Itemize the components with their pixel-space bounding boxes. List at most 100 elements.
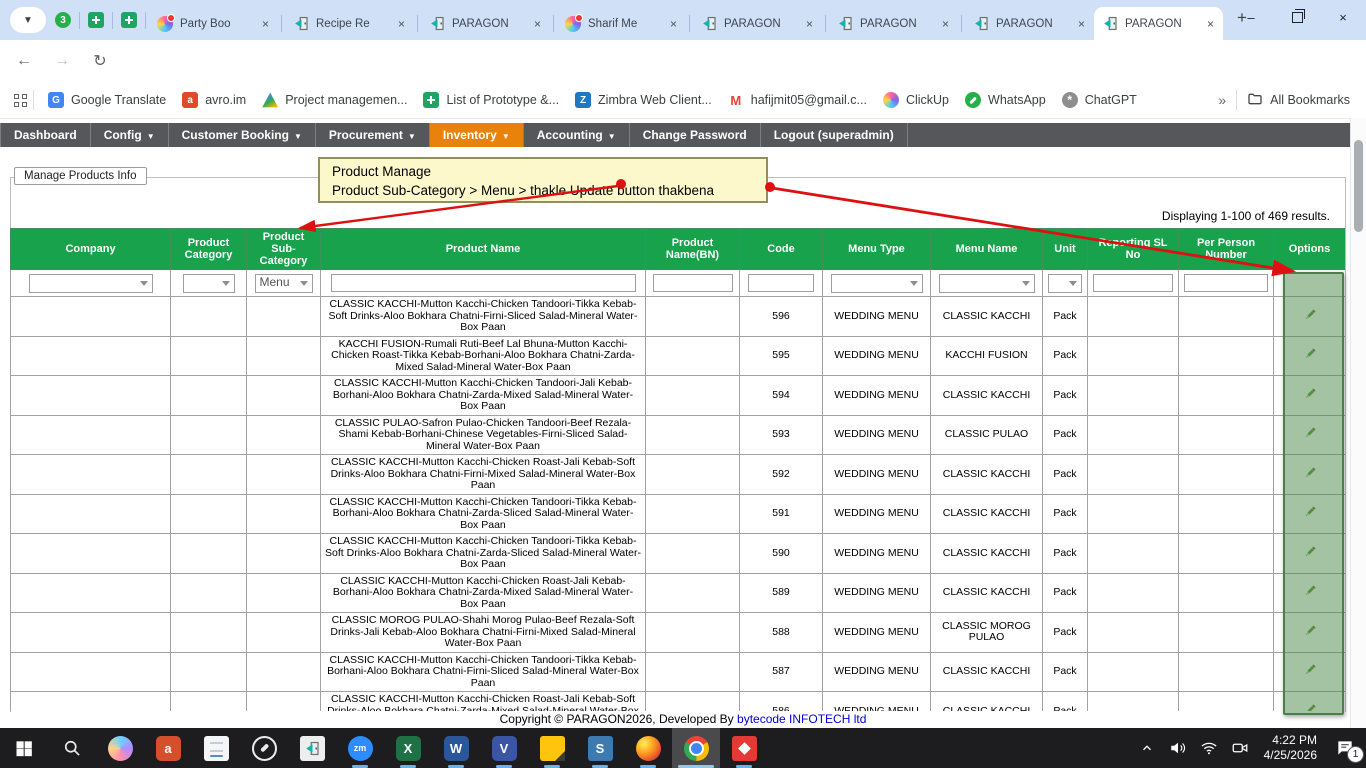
bookmarks-overflow-chevron[interactable]: »	[1208, 92, 1236, 108]
taskbar-excel-icon[interactable]: X	[384, 728, 432, 768]
bookmark-item[interactable]: Project managemen...	[254, 88, 415, 112]
apps-grid-icon[interactable]	[14, 94, 27, 107]
taskbar-visio-icon[interactable]: V	[480, 728, 528, 768]
notification-center-icon[interactable]: 1	[1330, 735, 1360, 761]
browser-tab[interactable]: PARAGON×	[965, 7, 1094, 40]
reload-button[interactable]: ↻	[86, 47, 114, 75]
bookmark-item[interactable]: aavro.im	[174, 88, 254, 112]
wifi-icon[interactable]	[1198, 737, 1220, 759]
taskbar-red-diamond-icon[interactable]	[720, 728, 768, 768]
scrollbar-thumb[interactable]	[1354, 140, 1363, 232]
bookmark-item[interactable]: WhatsApp	[957, 88, 1054, 112]
column-header[interactable]: Product Name(BN)	[646, 229, 740, 270]
nav-item-label: Logout (superadmin)	[774, 128, 894, 142]
nav-item-inventory[interactable]: Inventory▼	[430, 123, 524, 147]
bookmark-item[interactable]: List of Prototype &...	[415, 88, 567, 112]
hidden-icons-chevron-icon[interactable]	[1136, 737, 1158, 759]
taskbar-start-icon[interactable]	[0, 728, 48, 768]
tab-close-icon[interactable]: ×	[1073, 15, 1090, 32]
close-button[interactable]: ×	[1320, 0, 1366, 34]
filter-select[interactable]	[29, 274, 153, 293]
pinned-tab[interactable]	[83, 0, 109, 40]
taskbar-notepad-icon[interactable]	[192, 728, 240, 768]
taskbar-firefox-icon[interactable]	[624, 728, 672, 768]
filter-select[interactable]	[183, 274, 235, 293]
browser-tab[interactable]: Party Boo×	[149, 7, 278, 40]
bookmark-item[interactable]: GGoogle Translate	[40, 88, 174, 112]
nav-item-logout-superadmin[interactable]: Logout (superadmin)	[761, 123, 908, 147]
browser-tab[interactable]: PARAGON×	[693, 7, 822, 40]
nav-item-procurement[interactable]: Procurement▼	[316, 123, 430, 147]
tab-close-icon[interactable]: ×	[529, 15, 546, 32]
taskbar-word-icon[interactable]: W	[432, 728, 480, 768]
browser-tab[interactable]: PARAGON×	[1094, 7, 1223, 40]
column-header[interactable]: Company	[11, 229, 171, 270]
nav-item-change-password[interactable]: Change Password	[630, 123, 761, 147]
column-header[interactable]: Code	[740, 229, 823, 270]
forward-button[interactable]: →	[48, 47, 76, 75]
taskbar-sublime-icon[interactable]: S	[576, 728, 624, 768]
page-scrollbar[interactable]	[1350, 118, 1366, 728]
pinned-tabs: 3	[50, 0, 149, 40]
column-header[interactable]: Unit	[1043, 229, 1088, 270]
developer-link[interactable]: bytecode INFOTECH ltd	[737, 712, 866, 726]
tab-close-icon[interactable]: ×	[257, 15, 274, 32]
nav-item-customer-booking[interactable]: Customer Booking▼	[169, 123, 316, 147]
tab-close-icon[interactable]: ×	[1202, 15, 1219, 32]
column-header[interactable]: Options	[1274, 229, 1346, 270]
tab-title: PARAGON	[860, 18, 935, 30]
browser-tab[interactable]: Sharif Me×	[557, 7, 686, 40]
all-bookmarks-button[interactable]: All Bookmarks	[1237, 91, 1366, 110]
nav-item-config[interactable]: Config▼	[91, 123, 169, 147]
nav-item-accounting[interactable]: Accounting▼	[524, 123, 630, 147]
browser-tab[interactable]: PARAGON×	[829, 7, 958, 40]
tab-close-icon[interactable]: ×	[393, 15, 410, 32]
filter-select[interactable]	[1048, 274, 1082, 293]
taskbar-sticky-notes-icon[interactable]	[528, 728, 576, 768]
pinned-tab[interactable]	[116, 0, 142, 40]
category-cell	[171, 376, 247, 416]
filter-input[interactable]	[331, 274, 636, 292]
bookmark-item[interactable]: ClickUp	[875, 88, 957, 112]
taskbar-paragon-app-icon[interactable]	[288, 728, 336, 768]
taskbar-zoom-app-icon[interactable]: zm	[336, 728, 384, 768]
column-header[interactable]: Per Person Number	[1179, 229, 1274, 270]
menu-type-cell: WEDDING MENU	[823, 336, 931, 376]
taskbar-chrome-icon[interactable]	[672, 728, 720, 768]
filter-select[interactable]	[831, 274, 923, 293]
volume-icon[interactable]	[1167, 737, 1189, 759]
column-header[interactable]: Reporting SL No	[1088, 229, 1179, 270]
nav-item-dashboard[interactable]: Dashboard	[0, 123, 91, 147]
pinned-tab[interactable]: 3	[50, 0, 76, 40]
browser-tab[interactable]: PARAGON×	[421, 7, 550, 40]
taskbar-whatsapp-icon[interactable]	[240, 728, 288, 768]
bookmark-item[interactable]: *ChatGPT	[1054, 88, 1145, 112]
filter-input[interactable]	[1184, 274, 1268, 292]
bookmark-item[interactable]: Mhafijmit05@gmail.c...	[720, 88, 875, 112]
meet-now-icon[interactable]	[1229, 737, 1251, 759]
browser-tab[interactable]: Recipe Re×	[285, 7, 414, 40]
minimize-button[interactable]: –	[1228, 0, 1274, 34]
taskbar-copilot-icon[interactable]	[96, 728, 144, 768]
column-header[interactable]: Menu Name	[931, 229, 1043, 270]
filter-select[interactable]	[939, 274, 1035, 293]
filter-input[interactable]	[1093, 274, 1173, 292]
tab-close-icon[interactable]: ×	[801, 15, 818, 32]
bookmark-item[interactable]: ZZimbra Web Client...	[567, 88, 720, 112]
filter-input[interactable]	[653, 274, 733, 292]
filter-input[interactable]	[748, 274, 814, 292]
taskbar-search-icon[interactable]	[48, 728, 96, 768]
tab-close-icon[interactable]: ×	[937, 15, 954, 32]
column-header[interactable]: Product Name	[321, 229, 646, 270]
taskbar-clock[interactable]: 4:22 PM 4/25/2026	[1260, 733, 1321, 763]
back-button[interactable]: ←	[10, 47, 38, 75]
column-header[interactable]: Product Sub-Category	[247, 229, 321, 270]
column-header[interactable]: Product Category	[171, 229, 247, 270]
filter-select[interactable]: Menu	[255, 274, 313, 293]
taskbar-avro-keyboard-icon[interactable]: a	[144, 728, 192, 768]
per-person-cell	[1179, 652, 1274, 692]
column-header[interactable]: Menu Type	[823, 229, 931, 270]
tab-close-icon[interactable]: ×	[665, 15, 682, 32]
restore-button[interactable]	[1274, 0, 1320, 34]
tab-search-button[interactable]: ▼	[10, 7, 46, 33]
